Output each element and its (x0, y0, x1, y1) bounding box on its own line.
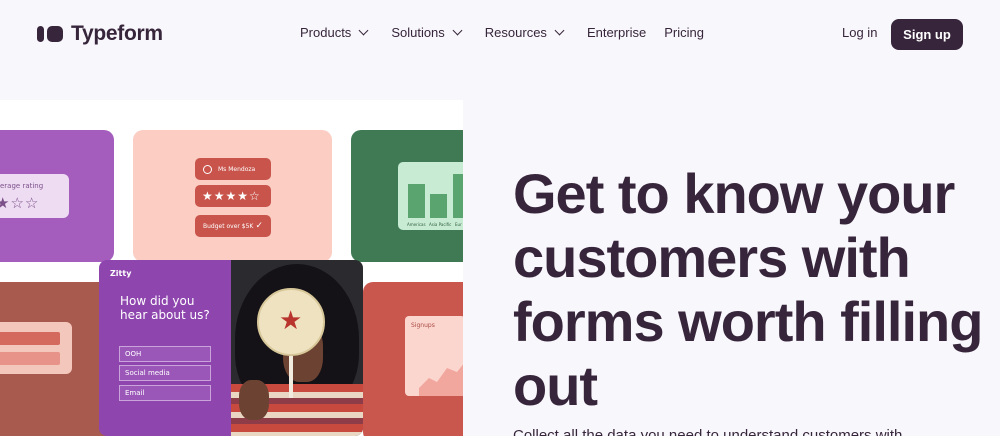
form-brand: Zitty (110, 269, 132, 278)
rating-card: erage rating ★☆☆ (0, 174, 69, 218)
nav-resources[interactable]: Resources (484, 25, 565, 40)
typeform-logo[interactable]: Typeform (37, 22, 163, 46)
bar-chart-card: Americas Asia Pacific Eur (398, 162, 463, 230)
chart-x-label: Asia Pacific (429, 222, 452, 227)
chevron-down-icon (554, 25, 565, 36)
stars-pill: ★★★★☆ (195, 185, 271, 207)
typeform-logo-icon (37, 24, 63, 44)
form-option: OOH (119, 346, 211, 362)
chart-bar (430, 194, 447, 218)
signups-card: Signups (405, 316, 463, 396)
chart-bar (408, 184, 425, 218)
nav-solutions[interactable]: Solutions (391, 25, 463, 40)
form-question: How did you hear about us? (120, 294, 210, 322)
form-option: Email (119, 385, 211, 401)
nav-products[interactable]: Products (300, 25, 369, 40)
form-option: Social media (119, 365, 211, 381)
progress-bars-card (0, 322, 72, 374)
login-link[interactable]: Log in (842, 25, 877, 40)
check-icon: ✓ (255, 221, 263, 231)
main-nav: Products Solutions Resources Enterprise … (300, 25, 722, 40)
nav-pricing-label: Pricing (664, 25, 704, 40)
photo-hand (239, 380, 269, 420)
progress-bar (0, 332, 60, 345)
customer-photo: ★ (231, 260, 363, 436)
survey-form-card: Zitty How did you hear about us? OOH Soc… (99, 260, 231, 436)
person-icon (203, 164, 212, 174)
lollipop: ★ (257, 288, 325, 356)
hero-headline: Get to know your customers with forms wo… (513, 162, 983, 417)
nav-solutions-label: Solutions (391, 25, 445, 40)
star-icon: ★ (279, 306, 303, 336)
nav-pricing[interactable]: Pricing (664, 25, 704, 40)
progress-bar (0, 352, 60, 365)
name-field-text: Ms Mendoza (218, 165, 256, 173)
chevron-down-icon (358, 25, 369, 36)
hero-subtext: Collect all the data you need to underst… (513, 427, 903, 436)
budget-text: Budget over $5K (203, 222, 254, 230)
rating-label: erage rating (0, 182, 44, 190)
signups-sparkline (419, 364, 463, 396)
lollipop-stick (289, 356, 293, 398)
rating-stars: ★☆☆ (0, 194, 40, 212)
nav-enterprise[interactable]: Enterprise (587, 25, 646, 40)
nav-enterprise-label: Enterprise (586, 25, 647, 40)
brand-name: Typeform (71, 22, 163, 45)
site-header: Typeform Products Solutions Resources En… (0, 0, 1000, 68)
chart-bar (453, 174, 463, 218)
signup-button[interactable]: Sign up (891, 19, 963, 50)
chart-x-label: Americas (407, 222, 426, 227)
budget-pill: Budget over $5K ✓ (195, 215, 271, 237)
nav-resources-label: Resources (484, 25, 547, 40)
hero-collage: erage rating ★☆☆ Ms Mendoza ★★★★☆ Budget… (0, 100, 463, 436)
name-field-pill: Ms Mendoza (195, 158, 271, 180)
chart-x-label: Eur (455, 222, 462, 227)
chevron-down-icon (452, 25, 463, 36)
nav-products-label: Products (300, 25, 352, 40)
